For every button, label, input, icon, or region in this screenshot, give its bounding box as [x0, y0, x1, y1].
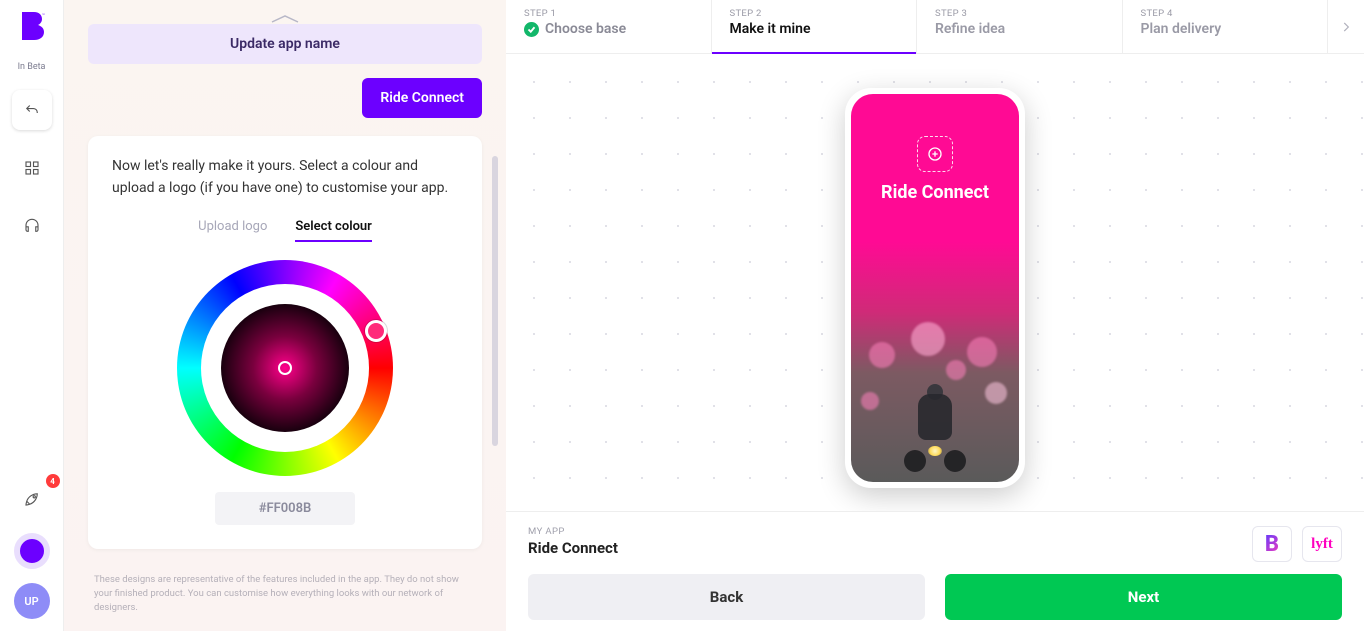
rocket-button[interactable]: 4: [12, 479, 52, 519]
step-num: STEP 3: [935, 8, 1104, 19]
left-rail: ™ In Beta 4 UP: [0, 0, 64, 631]
phone-mockup: Ride Connect: [845, 88, 1025, 488]
my-app-label: MY APP: [528, 526, 618, 537]
step-bar: STEP 1 Choose base STEP 2 Make it mine S…: [506, 0, 1364, 54]
step-title-text: Plan delivery: [1141, 21, 1222, 37]
brightness-handle[interactable]: [278, 361, 292, 375]
step-2[interactable]: STEP 2 Make it mine: [712, 0, 918, 53]
panel-scrollbar[interactable]: [492, 156, 498, 446]
app-logo: ™: [16, 10, 48, 44]
rocket-badge: 4: [46, 474, 60, 488]
step-title-text: Refine idea: [935, 21, 1005, 37]
tab-upload-logo[interactable]: Upload logo: [198, 219, 267, 242]
user-avatar[interactable]: UP: [14, 583, 50, 619]
brand-chips: B lyft: [1252, 526, 1342, 562]
undo-button[interactable]: [12, 90, 52, 130]
brightness-disc[interactable]: [221, 304, 349, 432]
add-logo-slot[interactable]: [917, 136, 953, 172]
brand-chip-lyft[interactable]: lyft: [1302, 526, 1342, 562]
lyft-logo: lyft: [1311, 536, 1333, 553]
preview-canvas[interactable]: Ride Connect: [506, 54, 1364, 511]
grid-button[interactable]: [12, 148, 52, 188]
my-app-name: Ride Connect: [528, 539, 618, 557]
my-app-block: MY APP Ride Connect: [528, 526, 618, 557]
rocket-icon: [23, 490, 41, 508]
headset-icon: [23, 217, 41, 235]
customise-card: Now let's really make it yours. Select a…: [88, 136, 482, 549]
grid-icon: [23, 159, 41, 177]
left-panel: Update app name Ride Connect Now let's r…: [64, 0, 506, 631]
next-button[interactable]: Next: [945, 574, 1342, 620]
check-icon: [524, 22, 539, 37]
svg-text:™: ™: [42, 13, 45, 19]
phone-screen: Ride Connect: [851, 94, 1019, 482]
back-button[interactable]: Back: [528, 574, 925, 620]
builder-b-icon: B: [1265, 532, 1279, 557]
app-name-chip: Ride Connect: [362, 78, 482, 118]
rider-silhouette: [900, 384, 970, 474]
plus-icon: [927, 146, 943, 162]
step-num: STEP 1: [524, 8, 693, 19]
step-3[interactable]: STEP 3 Refine idea: [917, 0, 1123, 53]
tab-select-colour[interactable]: Select colour: [295, 219, 371, 242]
main-area: STEP 1 Choose base STEP 2 Make it mine S…: [506, 0, 1364, 631]
undo-icon: [23, 101, 41, 119]
footer-bar: MY APP Ride Connect B lyft Back Next: [506, 511, 1364, 631]
disclaimer-text: These designs are representative of the …: [88, 573, 482, 614]
phone-background-art: [851, 282, 1019, 482]
theme-swatch[interactable]: [14, 533, 50, 569]
step-4[interactable]: STEP 4 Plan delivery: [1123, 0, 1329, 53]
brand-chip-builder[interactable]: B: [1252, 526, 1292, 562]
step-title-text: Choose base: [545, 21, 626, 37]
card-instruction: Now let's really make it yours. Select a…: [112, 156, 458, 199]
step-1[interactable]: STEP 1 Choose base: [506, 0, 712, 53]
steps-next-arrow[interactable]: [1328, 0, 1364, 53]
phone-app-title: Ride Connect: [851, 182, 1019, 203]
hue-wheel[interactable]: [177, 260, 393, 476]
hue-handle[interactable]: [365, 320, 387, 342]
update-app-name-button[interactable]: Update app name: [88, 24, 482, 64]
colour-picker: #FF008B: [112, 260, 458, 525]
step-title-text: Make it mine: [730, 21, 811, 37]
chevron-right-icon: [1339, 20, 1353, 34]
hex-value[interactable]: #FF008B: [215, 492, 355, 525]
beta-label: In Beta: [18, 62, 46, 72]
customise-tabs: Upload logo Select colour: [112, 219, 458, 242]
step-num: STEP 4: [1141, 8, 1310, 19]
collapse-handle[interactable]: [268, 10, 302, 22]
support-button[interactable]: [12, 206, 52, 246]
step-num: STEP 2: [730, 8, 899, 19]
